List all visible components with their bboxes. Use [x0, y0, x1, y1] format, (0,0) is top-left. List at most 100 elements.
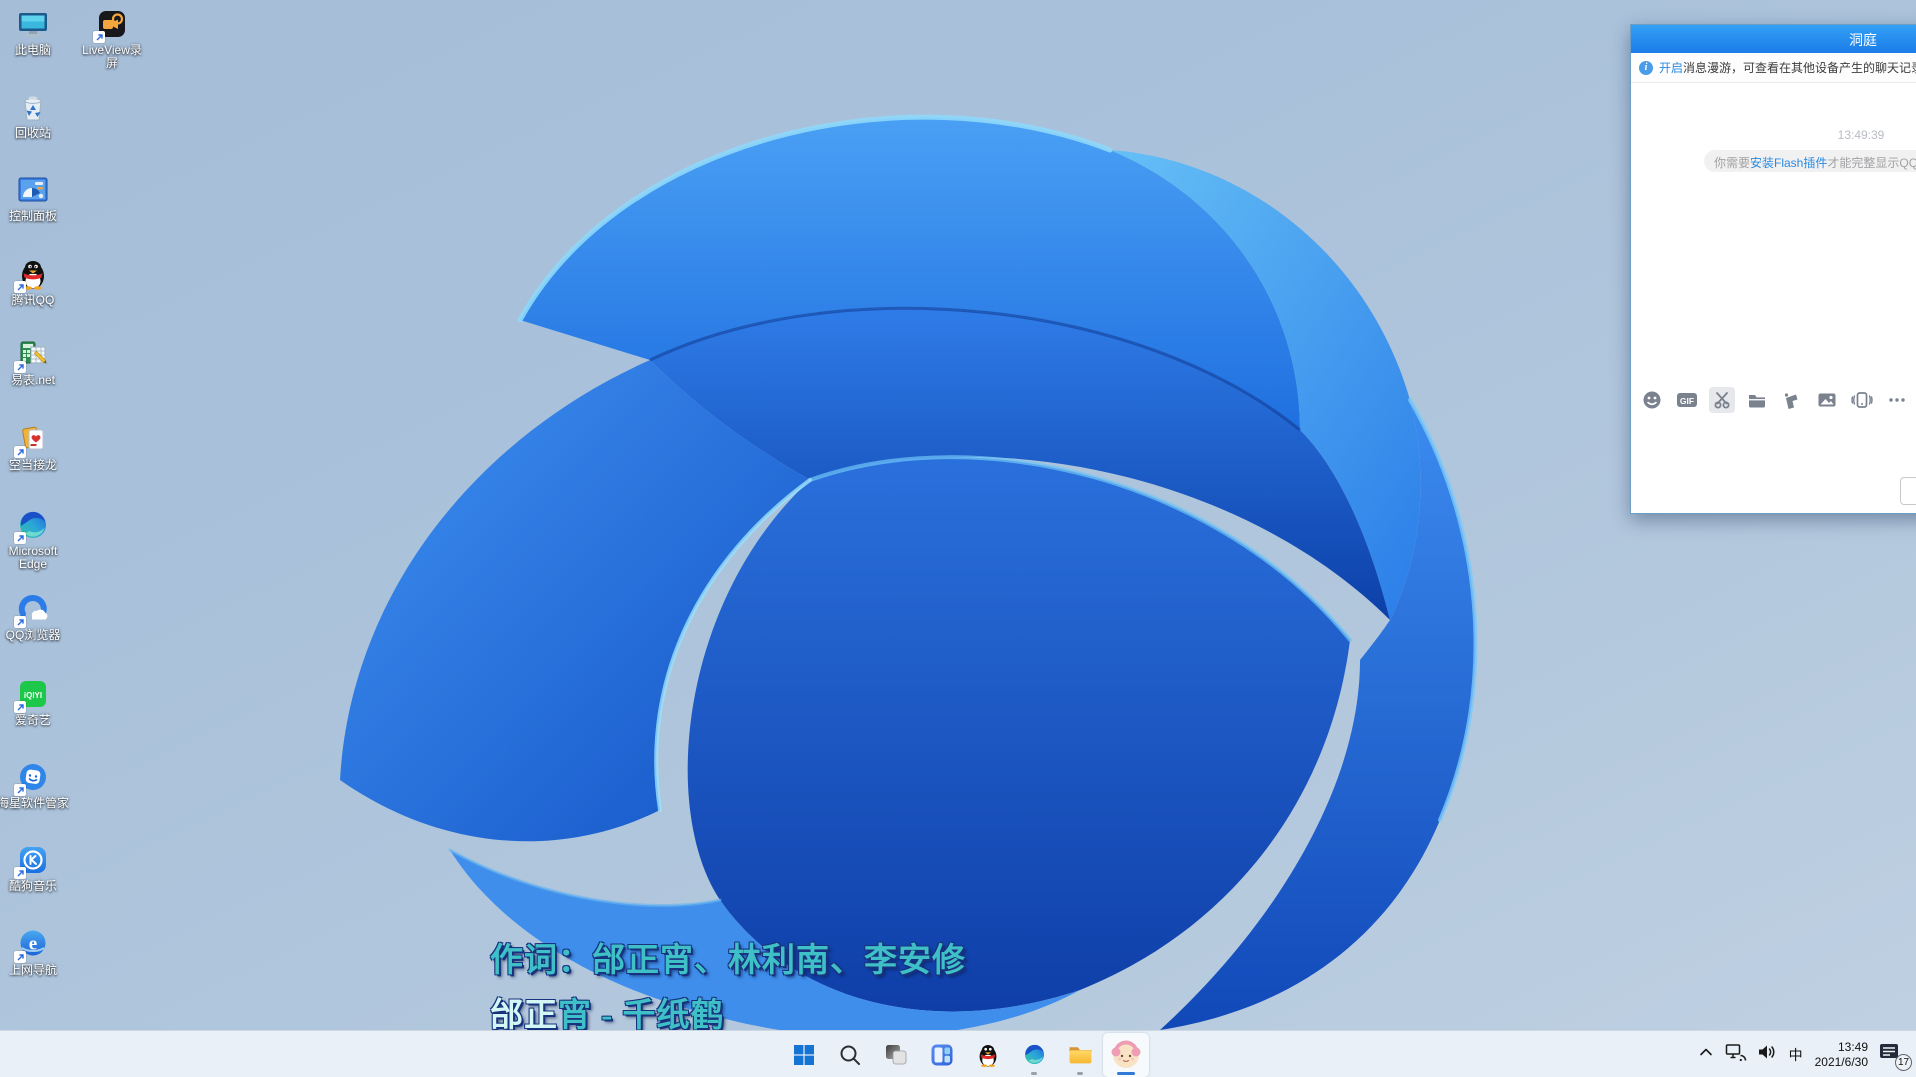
emoji-icon[interactable] — [1639, 387, 1665, 413]
desktop-icon-label: 海星软件管家 — [0, 797, 69, 810]
message-timestamp: 13:49:39 — [1821, 128, 1901, 142]
notification-count-badge: 17 — [1895, 1054, 1912, 1071]
karaoke-highlight: 邰正 — [490, 998, 558, 1030]
shortcut-arrow-icon — [93, 31, 105, 43]
desktop-icon-liveview-recorder[interactable]: LiveView录屏 — [72, 7, 152, 70]
install-flash-link[interactable]: 安装Flash插件 — [1750, 156, 1827, 170]
screenshot-scissors-icon[interactable] — [1709, 387, 1735, 413]
tray-chevron-up-icon[interactable] — [1697, 1043, 1715, 1066]
desktop-icon-yibiao-net[interactable]: 易表.net — [0, 337, 73, 387]
qq-chat-window: 洞庭 i 开启 消息漫游，可查看在其他设备产生的聊天记录 13:49:39 你需… — [1630, 24, 1916, 514]
send-file-folder-icon[interactable] — [1744, 387, 1770, 413]
desktop-icon-this-pc[interactable]: 此电脑 — [0, 7, 73, 57]
chat-window-titlebar[interactable]: 洞庭 — [1631, 25, 1916, 53]
image-icon[interactable] — [1814, 387, 1840, 413]
search-button[interactable] — [827, 1033, 873, 1077]
search-icon — [838, 1043, 862, 1067]
desktop-icon-label: Microsoft Edge — [0, 545, 73, 571]
desktop-icon-label: LiveView录屏 — [78, 44, 146, 70]
desktop-icon-label: QQ浏览器 — [6, 629, 61, 642]
song-title-line: 邰正宵 - 千纸鹤 — [490, 988, 725, 1030]
desktop-icon-iqiyi[interactable]: iQIYI 爱奇艺 — [0, 677, 73, 727]
gif-icon[interactable]: GIF — [1674, 387, 1700, 413]
recycle-bin-icon — [16, 90, 50, 124]
system-message-bubble: 你需要安装Flash插件才能完整显示QQ — [1704, 150, 1916, 172]
file-explorer-icon — [1068, 1042, 1093, 1067]
svg-text:iQIYI: iQIYI — [24, 691, 42, 700]
lyrics-credit-line: 作词：邰正宵、林利南、李安修 — [490, 933, 966, 981]
taskbar: 中 13:49 2021/6/30 17 — [0, 1030, 1916, 1077]
shortcut-arrow-icon — [14, 281, 26, 293]
chat-message-area: 13:49:39 你需要安装Flash插件才能完整显示QQ — [1631, 84, 1916, 388]
desktop-icon-recycle-bin[interactable]: 回收站 — [0, 90, 73, 140]
desktop-icon-microsoft-edge[interactable]: Microsoft Edge — [0, 508, 73, 571]
windows-bloom-wallpaper — [0, 0, 1916, 1030]
shortcut-arrow-icon — [14, 446, 26, 458]
system-tray: 中 13:49 2021/6/30 17 — [1697, 1031, 1908, 1077]
tray-time: 13:49 — [1815, 1040, 1868, 1055]
enable-roaming-link[interactable]: 开启 — [1659, 59, 1683, 76]
taskbar-center-icons — [781, 1031, 1149, 1077]
taskbar-file-explorer-button[interactable] — [1057, 1033, 1103, 1077]
desktop-icon-freecell[interactable]: 空当接龙 — [0, 422, 73, 472]
clock[interactable]: 13:49 2021/6/30 — [1815, 1040, 1868, 1070]
chat-toolbar: GIF — [1639, 385, 1910, 415]
window-shake-icon[interactable] — [1849, 387, 1875, 413]
contact-avatar — [1111, 1040, 1141, 1070]
desktop-icon-label: 腾讯QQ — [12, 294, 55, 307]
desktop-icon-kugou-music[interactable]: 酷狗音乐 — [0, 843, 73, 893]
desktop-icon-label: 控制面板 — [9, 210, 57, 223]
desktop-icon-control-panel[interactable]: 控制面板 — [0, 173, 73, 223]
task-view-button[interactable] — [873, 1033, 919, 1077]
widgets-button[interactable] — [919, 1033, 965, 1077]
running-indicator — [1031, 1072, 1037, 1075]
audio-share-icon[interactable] — [1779, 387, 1805, 413]
start-button[interactable] — [781, 1033, 827, 1077]
info-icon: i — [1639, 61, 1653, 75]
running-indicator — [1077, 1072, 1083, 1075]
web-navigation-icon: e — [16, 927, 50, 961]
desktop-icon-starfish-software-manager[interactable]: 海星软件管家 — [0, 760, 73, 810]
desktop-icon-label: 此电脑 — [15, 44, 51, 57]
qq-penguin-icon — [16, 257, 50, 291]
send-button[interactable] — [1900, 477, 1916, 505]
desktop-icon-label: 空当接龙 — [9, 459, 57, 472]
shortcut-arrow-icon — [14, 616, 26, 628]
qq-browser-icon — [16, 592, 50, 626]
qq-penguin-icon — [975, 1042, 1001, 1068]
more-options-icon[interactable] — [1884, 387, 1910, 413]
edge-browser-icon — [16, 508, 50, 542]
network-icon[interactable] — [1725, 1043, 1747, 1066]
spreadsheet-tool-icon — [16, 337, 50, 371]
volume-icon[interactable] — [1757, 1043, 1777, 1066]
desktop-icon-label: 易表.net — [11, 374, 55, 387]
taskbar-chat-window-button[interactable] — [1103, 1033, 1149, 1077]
bubble-text: 才能完整显示QQ — [1827, 156, 1916, 170]
desktop-icon-qq-browser[interactable]: QQ浏览器 — [0, 592, 73, 642]
software-manager-icon — [16, 760, 50, 794]
shortcut-arrow-icon — [14, 867, 26, 879]
this-pc-icon — [16, 7, 50, 41]
desktop-icon-tencent-qq[interactable]: 腾讯QQ — [0, 257, 73, 307]
ime-indicator[interactable]: 中 — [1787, 1045, 1805, 1065]
bubble-text: 你需要 — [1714, 156, 1750, 170]
active-window-indicator — [1117, 1072, 1135, 1075]
taskbar-edge-button[interactable] — [1011, 1033, 1057, 1077]
chat-window-title: 洞庭 — [1849, 30, 1877, 50]
shortcut-arrow-icon — [14, 701, 26, 713]
message-input-area[interactable] — [1631, 417, 1916, 513]
svg-text:GIF: GIF — [1680, 396, 1694, 406]
karaoke-rest: 宵 - 千纸鹤 — [558, 998, 725, 1030]
shortcut-arrow-icon — [14, 951, 26, 963]
notification-center-button[interactable]: 17 — [1878, 1042, 1908, 1068]
roaming-info-text: 消息漫游，可查看在其他设备产生的聊天记录 — [1683, 59, 1916, 76]
message-roaming-infobar: i 开启 消息漫游，可查看在其他设备产生的聊天记录 — [1631, 53, 1916, 83]
widgets-icon — [930, 1043, 954, 1067]
shortcut-arrow-icon — [14, 784, 26, 796]
taskbar-qq-button[interactable] — [965, 1033, 1011, 1077]
task-view-icon — [884, 1043, 908, 1067]
control-panel-icon — [16, 173, 50, 207]
desktop-icon-web-navigation[interactable]: e 上网导航 — [0, 927, 73, 977]
iqiyi-icon: iQIYI — [16, 677, 50, 711]
desktop-icon-label: 爱奇艺 — [15, 714, 51, 727]
